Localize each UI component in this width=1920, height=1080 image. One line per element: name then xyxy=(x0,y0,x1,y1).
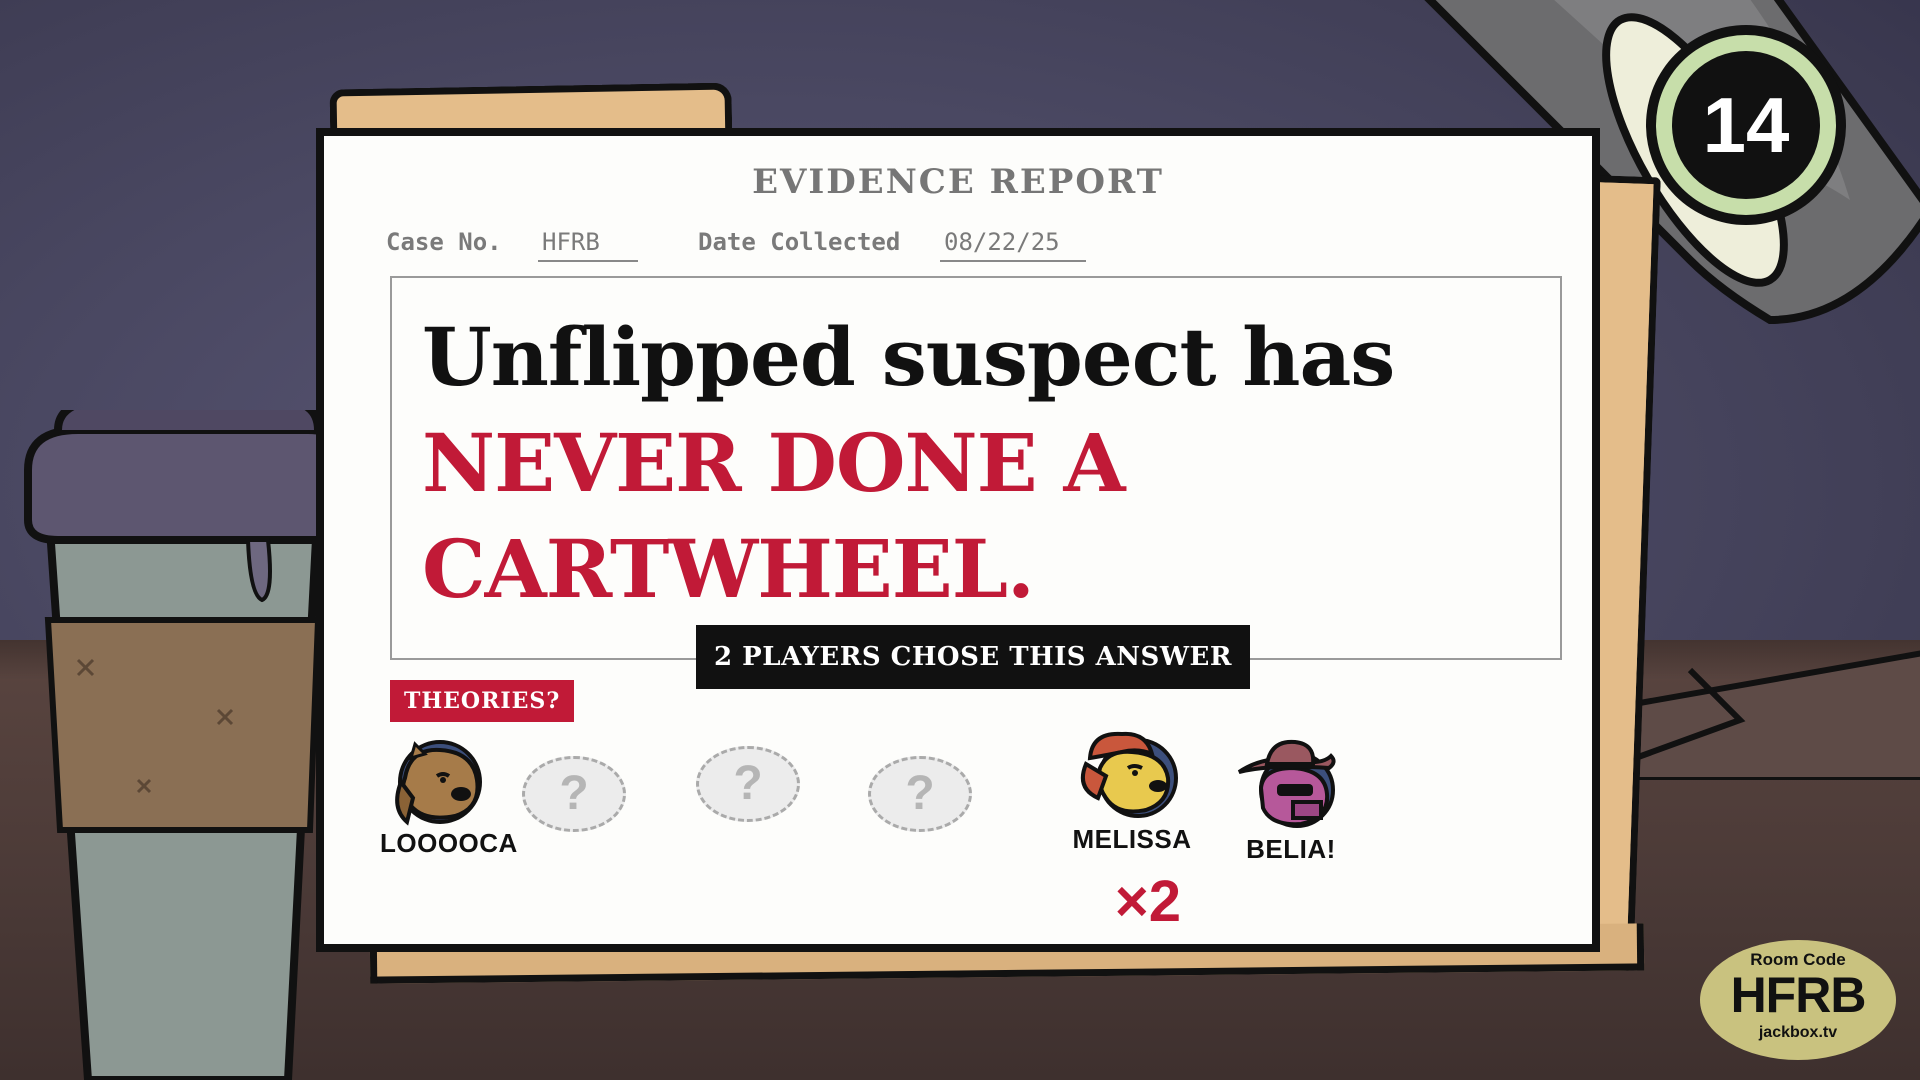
player-name: BELIA! xyxy=(1246,834,1336,864)
player-slot-6: BELIA! xyxy=(1226,738,1356,865)
theories-label: THEORIES? xyxy=(390,680,575,722)
player-name: MELISSA xyxy=(1072,824,1192,854)
unknown-player-icon: ? xyxy=(522,756,626,832)
evidence-report-card: EVIDENCE REPORT Case No. HFRB Date Colle… xyxy=(316,128,1600,952)
vote-multiplier: ×2 xyxy=(1114,869,1182,934)
cowboy-pig-avatar-icon xyxy=(1237,739,1336,828)
answer-count-badge: 2 PLAYERS CHOSE THIS ANSWER xyxy=(696,625,1250,689)
countdown-timer: 14 xyxy=(1672,51,1820,199)
room-code-site: jackbox.tv xyxy=(1758,1024,1838,1041)
coffee-cup-icon xyxy=(24,410,352,1080)
player-slot-5: MELISSA xyxy=(1062,728,1202,855)
room-code-value: HFRB xyxy=(1730,967,1867,1023)
clue-highlight-line-2: NEVER DONE A xyxy=(422,416,1126,510)
clue-line-1: Unflipped suspect has xyxy=(422,310,1395,404)
room-code-badge: Room Code HFRB jackbox.tv xyxy=(1700,940,1896,1060)
unknown-player-icon: ? xyxy=(696,746,800,822)
date-collected-label: Date Collected xyxy=(698,228,901,256)
case-number-value: HFRB xyxy=(538,228,638,262)
dog-avatar-icon xyxy=(1081,731,1178,818)
dog-avatar-icon xyxy=(395,740,482,826)
player-slot-1: LOOOOCA xyxy=(380,738,518,859)
clue-box: Unflipped suspect has NEVER DONE A CARTW… xyxy=(390,276,1562,660)
date-collected-value: 08/22/25 xyxy=(940,228,1086,262)
report-title: EVIDENCE REPORT xyxy=(752,162,1164,202)
case-number-label: Case No. xyxy=(386,228,502,256)
clue-statement: Unflipped suspect has NEVER DONE A CARTW… xyxy=(422,304,1522,622)
unknown-player-icon: ? xyxy=(868,756,972,832)
lamp-base-icon xyxy=(1600,650,1920,780)
player-name: LOOOOCA xyxy=(380,828,518,858)
clue-highlight-line-3: CARTWHEEL. xyxy=(422,522,1035,616)
